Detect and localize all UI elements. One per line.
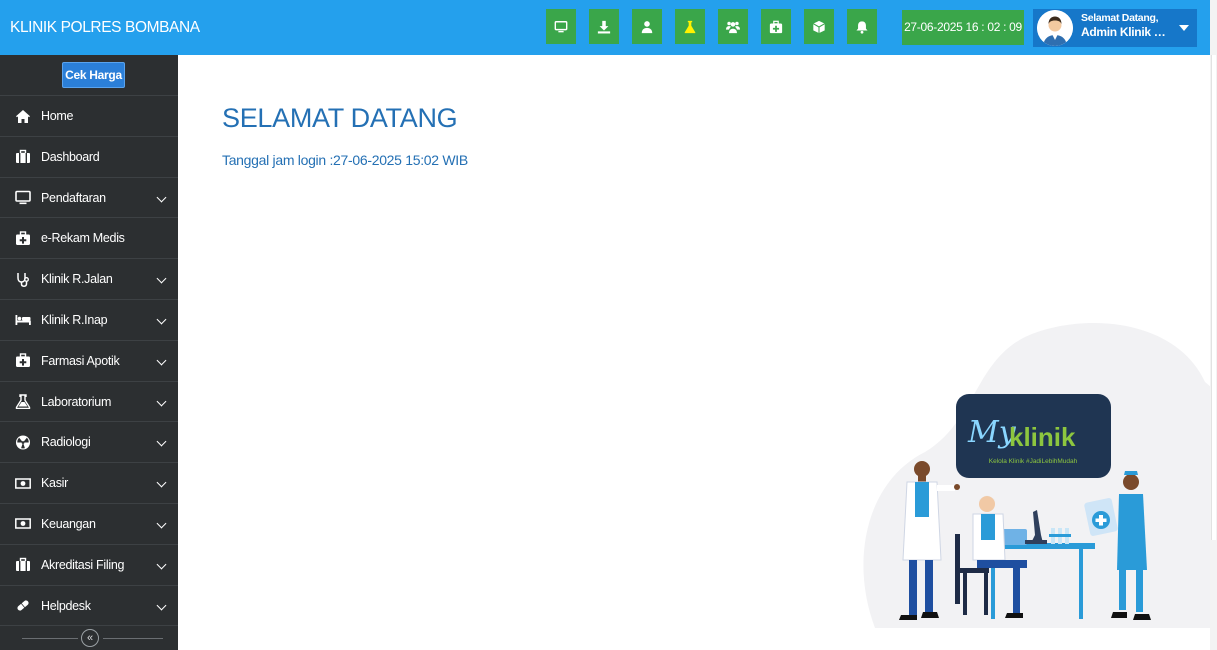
sidebar-item-label: Klinik R.Inap [41, 312, 108, 327]
logo-text: klinik [1009, 422, 1076, 452]
user-name: Admin Klinik P... [1081, 25, 1166, 39]
login-info: Tanggal jam login :27-06-2025 15:02 WIB [222, 152, 468, 168]
user-menu[interactable]: Selamat Datang, Admin Klinik P... [1033, 9, 1197, 47]
cek-harga-button[interactable]: Cek Harga [62, 62, 125, 88]
download-icon [597, 20, 611, 33]
sidebar-item-label: e-Rekam Medis [41, 231, 125, 246]
monitor-icon [14, 190, 32, 206]
datetime-display: 27-06-2025 16 : 02 : 09 [902, 10, 1024, 45]
divider [103, 638, 163, 640]
sidebar-item-home[interactable]: Home [0, 96, 178, 137]
sidebar-item-label: Klinik R.Jalan [41, 272, 113, 287]
top-navbar: KLINIK POLRES BOMBANA 27-06-2025 16 : 02… [0, 0, 1210, 55]
user-button[interactable] [632, 9, 662, 44]
cube-icon [813, 20, 825, 33]
chevron-down-icon [156, 192, 167, 203]
sidebar-item-label: Pendaftaran [41, 190, 106, 205]
users-icon [726, 21, 740, 33]
medkit-icon [769, 20, 783, 33]
chevron-down-icon [156, 559, 167, 570]
app-window: KLINIK POLRES BOMBANA 27-06-2025 16 : 02… [0, 0, 1217, 650]
monitor-icon [554, 20, 568, 32]
sidebar-item-akreditasi-filing[interactable]: Akreditasi Filing [0, 545, 178, 586]
radiation-icon [14, 434, 32, 450]
flask-icon [684, 20, 696, 33]
stethoscope-icon [14, 271, 32, 287]
lab-button[interactable] [675, 9, 705, 44]
chevron-down-icon [156, 355, 167, 366]
sidebar-item-label: Keuangan [41, 516, 96, 531]
sidebar: Cek Harga Home Dashboard Pendaftaran e-R… [0, 55, 178, 650]
clinic-illustration: My klinik Kelola Klinik #JadiLebihMudah [863, 323, 1217, 628]
sidebar-item-keuangan[interactable]: Keuangan [0, 504, 178, 545]
collapse-sidebar-button[interactable]: « [81, 629, 99, 648]
sidebar-item-klinik-rawat-jalan[interactable]: Klinik R.Jalan [0, 259, 178, 300]
sidebar-item-label: Farmasi Apotik [41, 353, 120, 368]
user-icon [641, 20, 653, 33]
users-button[interactable] [718, 9, 748, 44]
sidebar-item-pendaftaran[interactable]: Pendaftaran [0, 178, 178, 219]
page-title: SELAMAT DATANG [222, 103, 458, 133]
medkit-icon [14, 353, 32, 369]
chevron-down-icon [156, 314, 167, 325]
sidebar-item-label: Radiologi [41, 435, 91, 450]
notification-button[interactable] [847, 9, 877, 44]
money-icon [14, 475, 32, 491]
download-button[interactable] [589, 9, 619, 44]
sidebar-item-label: Laboratorium [41, 394, 112, 409]
flask-icon [14, 394, 32, 410]
bed-icon [14, 312, 32, 328]
chevron-down-icon [156, 436, 167, 447]
monitor-button[interactable] [546, 9, 576, 44]
money-icon [14, 516, 32, 532]
briefcase-icon [14, 149, 32, 165]
sidebar-item-helpdesk[interactable]: Helpdesk [0, 586, 178, 627]
medkit-icon [14, 230, 32, 246]
sidebar-item-dashboard[interactable]: Dashboard [0, 137, 178, 178]
chevron-down-icon [156, 477, 167, 488]
sidebar-item-label: Helpdesk [41, 598, 91, 613]
sidebar-item-label: Home [41, 109, 74, 123]
sidebar-item-label: Akreditasi Filing [41, 557, 125, 572]
sidebar-item-label: Dashboard [41, 149, 100, 164]
scrollbar-thumb[interactable] [1211, 55, 1216, 540]
sidebar-collapse-row: « [0, 626, 178, 650]
avatar-icon [1037, 10, 1073, 46]
briefcase-icon [14, 557, 32, 573]
bell-icon [856, 20, 868, 34]
sidebar-item-radiologi[interactable]: Radiologi [0, 422, 178, 464]
user-greeting: Selamat Datang, [1081, 12, 1159, 24]
pills-icon [14, 598, 32, 614]
home-icon [14, 108, 32, 124]
sidebar-item-klinik-rawat-inap[interactable]: Klinik R.Inap [0, 300, 178, 341]
sidebar-item-laboratorium[interactable]: Laboratorium [0, 382, 178, 423]
brand-title[interactable]: KLINIK POLRES BOMBANA [0, 0, 200, 55]
sidebar-item-label: Kasir [41, 476, 68, 491]
cube-button[interactable] [804, 9, 834, 44]
chevron-down-icon [156, 600, 167, 611]
sidebar-item-kasir[interactable]: Kasir [0, 463, 178, 504]
cek-harga-section: Cek Harga [0, 55, 178, 96]
chevron-down-icon [156, 273, 167, 284]
avatar [1037, 10, 1073, 46]
divider [22, 638, 78, 640]
medkit-button[interactable] [761, 9, 791, 44]
chevron-down-icon [156, 396, 167, 407]
caret-down-icon[interactable] [1179, 25, 1189, 31]
sidebar-item-e-rekam-medis[interactable]: e-Rekam Medis [0, 218, 178, 260]
logo-tagline: Kelola Klinik #JadiLebihMudah [989, 458, 1078, 465]
sidebar-item-farmasi-apotik[interactable]: Farmasi Apotik [0, 341, 178, 382]
chevron-down-icon [156, 518, 167, 529]
